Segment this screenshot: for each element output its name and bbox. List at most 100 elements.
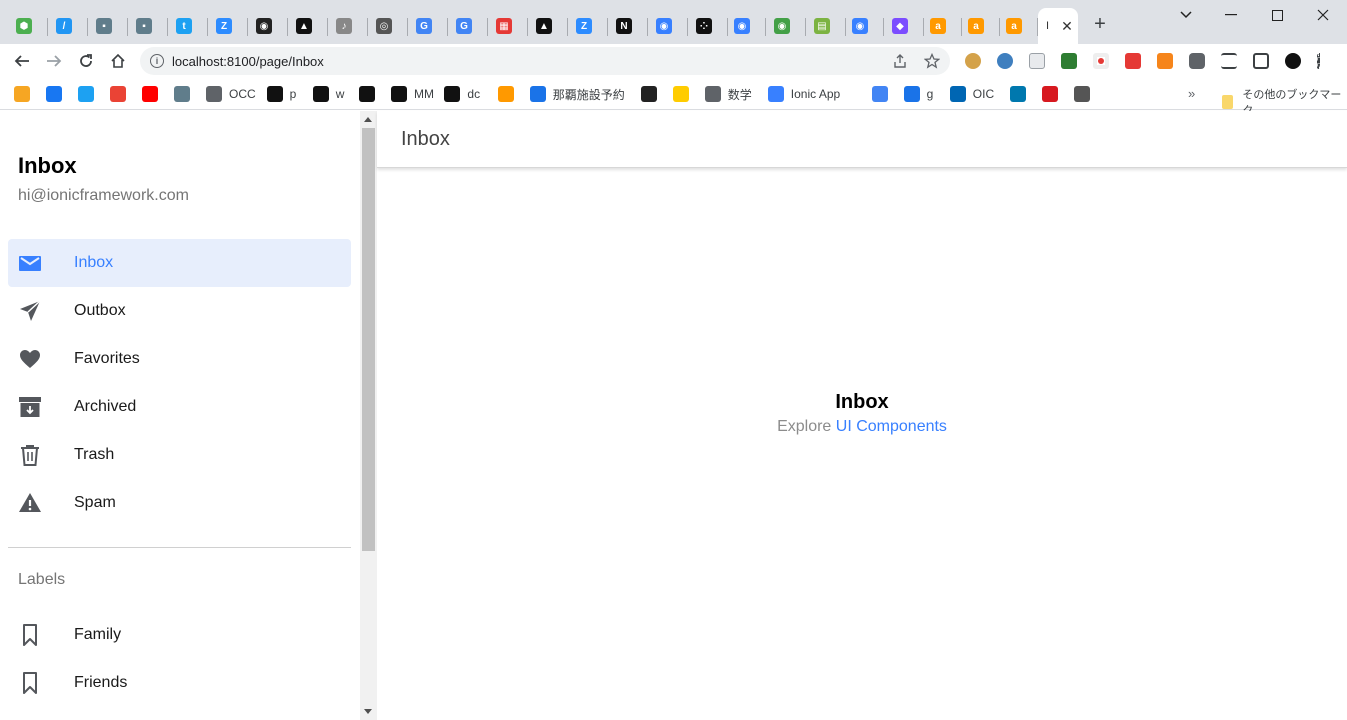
close-window-button[interactable] <box>1300 0 1346 30</box>
browser-tab[interactable]: t <box>168 8 208 44</box>
jica-icon <box>949 86 966 102</box>
bookmark-item[interactable] <box>1042 86 1059 102</box>
site-info-icon[interactable]: i <box>150 54 164 68</box>
browser-tab[interactable]: / <box>48 8 88 44</box>
bookmark-item[interactable]: Ionic App <box>767 86 840 102</box>
bookmark-item[interactable]: 那覇施設予約 <box>529 86 625 102</box>
bookmark-item[interactable] <box>174 86 190 102</box>
bookmark-item[interactable]: dc <box>444 86 480 102</box>
metamask-extension-icon[interactable] <box>1157 53 1173 69</box>
download-extension-icon[interactable] <box>1029 53 1045 69</box>
forward-button[interactable] <box>42 49 66 73</box>
page-title: Inbox <box>401 128 450 150</box>
browser-tab[interactable]: a <box>960 8 1000 44</box>
tab-search-button[interactable] <box>1163 0 1209 30</box>
cookie-extension-icon[interactable] <box>965 53 981 69</box>
dots-icon <box>359 86 375 102</box>
browser-tab[interactable]: ⬢ <box>8 8 48 44</box>
bookmark-item[interactable]: OCC <box>206 86 256 102</box>
bookmark-item[interactable] <box>497 86 514 102</box>
bookmark-item[interactable] <box>110 86 126 102</box>
bookmark-item[interactable]: w <box>312 86 344 102</box>
nav-item-inbox[interactable]: Inbox <box>8 239 351 287</box>
browser-tab[interactable]: ▲ <box>288 8 328 44</box>
browser-tab[interactable]: G <box>408 8 448 44</box>
green-extension-icon[interactable] <box>1061 53 1077 69</box>
bookmark-item[interactable]: MM <box>391 86 434 102</box>
reading-list-icon[interactable] <box>1221 53 1237 69</box>
side-menu: Inbox hi@ionicframework.com Inbox Outbox… <box>0 111 360 720</box>
bookmark-item[interactable] <box>142 86 158 102</box>
browser-tab[interactable]: ▦ <box>488 8 528 44</box>
bookmark-item[interactable] <box>1074 86 1091 102</box>
side-panel-icon[interactable] <box>1253 53 1269 69</box>
maximize-button[interactable] <box>1254 0 1300 30</box>
browser-tab[interactable]: ▲ <box>528 8 568 44</box>
browser-tab[interactable]: ▤ <box>806 8 846 44</box>
bookmark-item[interactable]: 数学 <box>704 86 752 102</box>
bookmark-item[interactable] <box>46 86 62 102</box>
game-icon: ▪ <box>96 18 112 34</box>
bookmark-item[interactable]: OIC <box>949 86 994 102</box>
browser-tab[interactable]: N <box>608 8 648 44</box>
browser-tab[interactable]: ◉ <box>726 8 766 44</box>
bookmark-item[interactable] <box>1010 86 1027 102</box>
bookmark-item[interactable]: g <box>903 86 933 102</box>
nav-item-archived[interactable]: Archived <box>8 383 351 431</box>
browser-tab[interactable]: ◉ <box>248 8 288 44</box>
nav-item-favorites[interactable]: Favorites <box>8 335 351 383</box>
share-icon[interactable] <box>892 53 908 69</box>
browser-tab[interactable]: a <box>922 8 962 44</box>
menu-dots-icon[interactable] <box>1317 53 1321 69</box>
browser-tab[interactable]: Z <box>568 8 608 44</box>
browser-tab[interactable]: ◉ <box>648 8 688 44</box>
minimize-button[interactable] <box>1208 0 1254 30</box>
nav-item-trash[interactable]: Trash <box>8 431 351 479</box>
url-text[interactable]: localhost:8100/page/Inbox <box>172 54 324 69</box>
browser-tab[interactable]: ◎ <box>368 8 408 44</box>
browser-tab[interactable]: Z <box>208 8 248 44</box>
youtube-extension-icon[interactable] <box>1125 53 1141 69</box>
more-bookmarks-button[interactable]: » <box>1188 86 1195 101</box>
label-item-family[interactable]: Family <box>8 611 351 659</box>
scroll-thumb[interactable] <box>362 128 375 551</box>
browser-tab[interactable]: ⁘ <box>688 8 728 44</box>
star-icon[interactable] <box>924 53 940 69</box>
scroll-up-arrow[interactable] <box>364 117 372 122</box>
bookmark-item[interactable] <box>871 86 888 102</box>
bookmark-item[interactable] <box>640 86 657 102</box>
browser-tab[interactable]: ◆ <box>884 8 924 44</box>
home-button[interactable] <box>106 49 130 73</box>
bookmark-item[interactable]: p <box>266 86 296 102</box>
back-button[interactable] <box>10 49 34 73</box>
browser-tab[interactable]: ◉ <box>766 8 806 44</box>
extensions-puzzle-icon[interactable] <box>1189 53 1205 69</box>
bookmark-item[interactable] <box>14 86 30 102</box>
record-extension-icon[interactable] <box>1093 53 1109 69</box>
active-tab[interactable]: I ✕ <box>1038 8 1078 44</box>
bookmark-item[interactable] <box>359 86 375 102</box>
scroll-down-arrow[interactable] <box>364 709 372 714</box>
address-bar[interactable]: i localhost:8100/page/Inbox <box>140 47 950 75</box>
browser-tab[interactable]: ♪ <box>328 8 368 44</box>
close-tab-icon[interactable]: ✕ <box>1061 18 1073 35</box>
page-header: Inbox <box>377 111 1347 168</box>
globe-extension-icon[interactable] <box>997 53 1013 69</box>
ui-components-link[interactable]: UI Components <box>836 418 947 435</box>
profile-avatar[interactable] <box>1285 53 1301 69</box>
chrome-icon: ◎ <box>376 18 392 34</box>
browser-tab[interactable]: a <box>998 8 1038 44</box>
nav-item-outbox[interactable]: Outbox <box>8 287 351 335</box>
bookmark-label: 数学 <box>727 87 752 102</box>
label-item-friends[interactable]: Friends <box>8 659 351 707</box>
new-tab-button[interactable]: + <box>1090 14 1110 34</box>
menu-scrollbar[interactable] <box>360 111 377 720</box>
browser-tab[interactable]: ▪ <box>128 8 168 44</box>
bookmark-item[interactable] <box>672 86 689 102</box>
bookmark-item[interactable] <box>78 86 94 102</box>
browser-tab[interactable]: ▪ <box>88 8 128 44</box>
browser-tab[interactable]: G <box>448 8 488 44</box>
nav-item-spam[interactable]: Spam <box>8 479 351 527</box>
browser-tab[interactable]: ◉ <box>844 8 884 44</box>
reload-button[interactable] <box>74 49 98 73</box>
